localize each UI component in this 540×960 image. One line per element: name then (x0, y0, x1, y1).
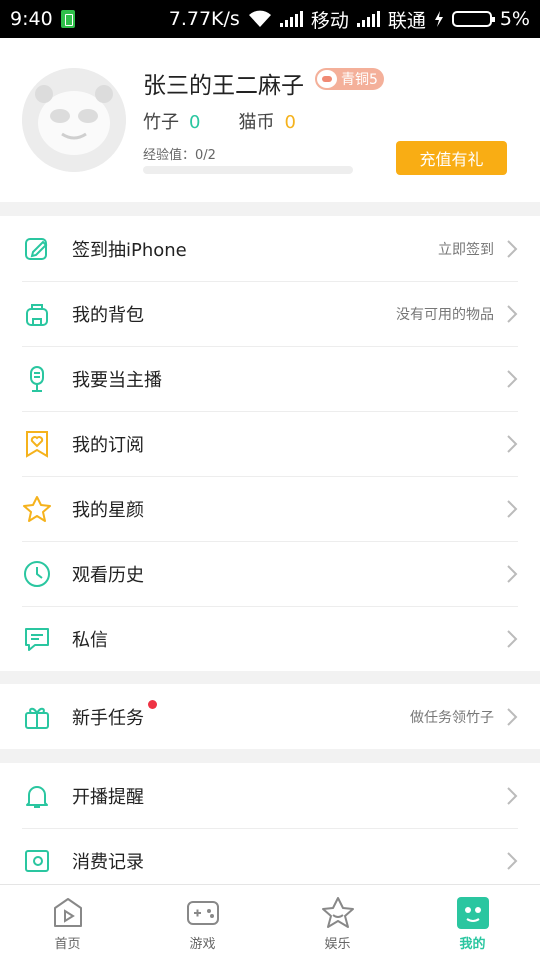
battery-icon (451, 11, 495, 27)
menu-hint: 立即签到 (438, 241, 494, 258)
menu-label: 我的订阅 (72, 434, 144, 456)
chevron-right-icon (507, 786, 518, 805)
star-badge-icon (321, 897, 354, 928)
menu-item-streamer[interactable]: 我要当主播 (0, 346, 540, 411)
menu-item-checkin[interactable]: 签到抽iPhone 立即签到 (0, 216, 540, 281)
signal-icon (279, 11, 303, 27)
gift-icon (22, 702, 52, 732)
menu-label: 私信 (72, 629, 108, 651)
tab-home[interactable]: 首页 (0, 885, 135, 960)
battery-saver-icon (60, 10, 75, 28)
exp-progress-bar (143, 166, 353, 174)
menu-label: 开播提醒 (72, 786, 144, 808)
menu-group-tasks: 新手任务 做任务领竹子 (0, 684, 540, 749)
exp-label: 经验值：0/2 (143, 148, 216, 163)
level-badge-text: 青铜5 (341, 72, 378, 88)
wallet-icon (22, 846, 52, 876)
tab-label: 娱乐 (324, 937, 351, 952)
user-nickname: 张三的王二麻子 (143, 73, 304, 99)
gamepad-icon (186, 901, 219, 925)
pig-icon (317, 70, 337, 88)
star-icon (22, 494, 52, 524)
wifi-icon (248, 10, 271, 27)
charging-icon (434, 11, 443, 27)
network-speed: 7.77K/s (168, 8, 240, 30)
bamboo-label: 竹子 (143, 112, 179, 133)
chevron-right-icon (507, 629, 518, 648)
chevron-right-icon (507, 707, 518, 726)
coin-stat[interactable]: 猫币 0 (238, 108, 295, 134)
subscription-heart-icon (22, 429, 52, 459)
tab-entertainment[interactable]: 娱乐 (270, 885, 405, 960)
notification-dot (148, 700, 157, 709)
chevron-right-icon (507, 304, 518, 323)
menu-item-history[interactable]: 观看历史 (0, 541, 540, 606)
level-badge: 青铜5 (315, 68, 384, 90)
chevron-right-icon (507, 499, 518, 518)
menu-label: 新手任务 (72, 707, 144, 729)
bamboo-stat[interactable]: 竹子 0 (143, 108, 200, 134)
backpack-icon (22, 299, 52, 329)
menu-item-subscription[interactable]: 我的订阅 (0, 411, 540, 476)
panda-icon (456, 897, 489, 929)
menu-label: 我要当主播 (72, 369, 162, 391)
menu-label: 签到抽iPhone (72, 239, 187, 261)
edit-icon (22, 234, 52, 264)
menu-item-messages[interactable]: 私信 (0, 606, 540, 671)
chevron-right-icon (507, 239, 518, 258)
chevron-right-icon (507, 369, 518, 388)
menu-label: 消费记录 (72, 851, 144, 873)
chevron-right-icon (507, 434, 518, 453)
chevron-right-icon (507, 851, 518, 870)
bamboo-value: 0 (189, 112, 201, 133)
clock-icon (22, 559, 52, 589)
avatar[interactable] (22, 68, 126, 172)
status-bar: 9:40 7.77K/s 移动 联通 5% (0, 0, 540, 38)
menu-item-backpack[interactable]: 我的背包 没有可用的物品 (0, 281, 540, 346)
battery-percent: 5% (499, 8, 530, 30)
carrier-1: 移动 (310, 9, 349, 32)
tab-games[interactable]: 游戏 (135, 885, 270, 960)
menu-label: 我的星颜 (72, 499, 144, 521)
chevron-right-icon (507, 564, 518, 583)
menu-hint: 做任务领竹子 (410, 709, 494, 726)
tab-label: 游戏 (189, 937, 216, 952)
profile-header: 张三的王二麻子 青铜5 竹子 0 猫币 0 经验值：0/2 充值有礼 (0, 38, 540, 202)
bell-icon (22, 781, 52, 811)
coin-value: 0 (284, 112, 296, 133)
home-play-icon (53, 898, 82, 927)
status-time: 9:40 (10, 8, 53, 30)
menu-label: 观看历史 (72, 564, 144, 586)
menu-item-live-reminder[interactable]: 开播提醒 (0, 763, 540, 828)
menu-group-other: 开播提醒 消费记录 (0, 763, 540, 893)
tab-mine[interactable]: 我的 (405, 885, 540, 960)
microphone-icon (22, 364, 52, 394)
tab-label: 首页 (54, 937, 81, 952)
bottom-tab-bar: 首页 游戏 娱乐 我的 (0, 884, 540, 960)
signal-icon-2 (356, 11, 380, 27)
menu-hint: 没有可用的物品 (396, 306, 494, 323)
menu-group-main: 签到抽iPhone 立即签到 我的背包 没有可用的物品 我要当主播 我的订阅 我… (0, 216, 540, 671)
recharge-button[interactable]: 充值有礼 (396, 141, 507, 175)
menu-item-newbie-tasks[interactable]: 新手任务 做任务领竹子 (0, 684, 540, 749)
message-icon (22, 624, 52, 654)
carrier-2: 联通 (387, 9, 426, 32)
tab-label: 我的 (459, 937, 486, 952)
menu-item-stars[interactable]: 我的星颜 (0, 476, 540, 541)
user-stats: 竹子 0 猫币 0 (143, 108, 296, 134)
coin-label: 猫币 (238, 112, 275, 133)
menu-label: 我的背包 (72, 304, 144, 326)
panda-avatar-icon (22, 68, 126, 172)
